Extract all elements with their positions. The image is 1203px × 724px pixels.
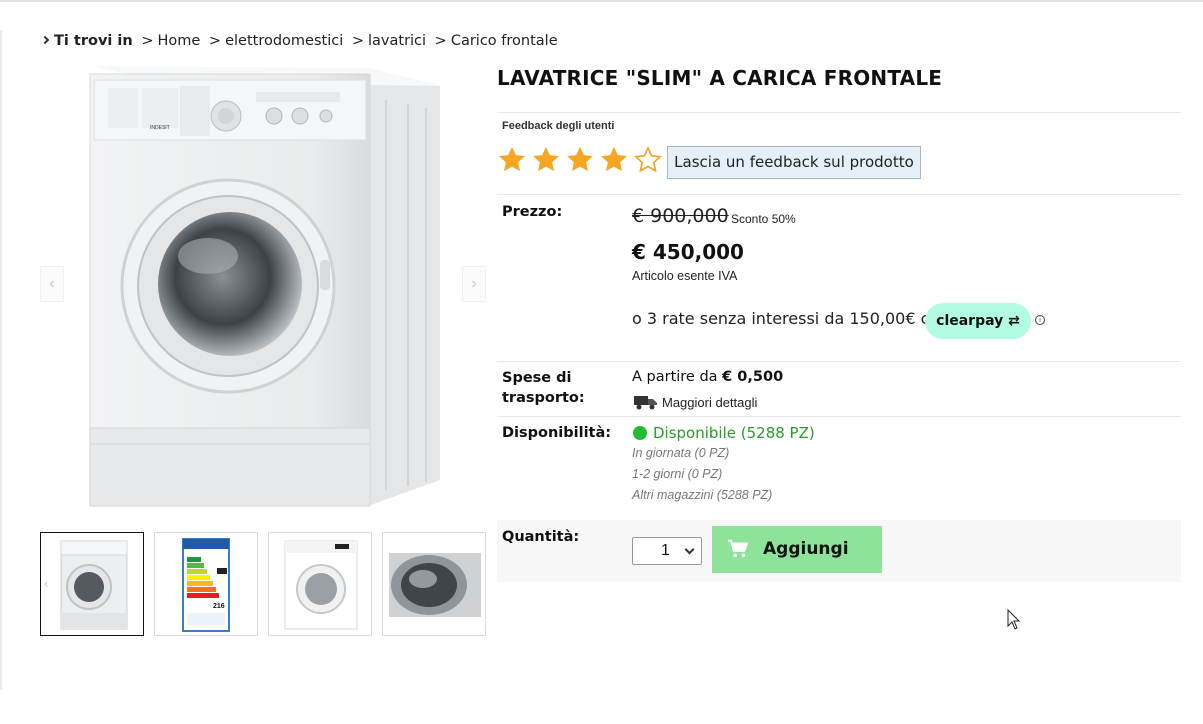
thumbnail-white-washer[interactable] (268, 532, 372, 636)
truck-icon (634, 396, 657, 410)
thumbnail-prev-arrow[interactable]: ‹ (44, 576, 48, 591)
availability-status: Disponibile (5288 PZ) (653, 424, 815, 442)
quantity-select[interactable]: 1 (632, 537, 702, 565)
star-filled-icon (601, 146, 627, 172)
clearpay-arrows-icon: ⇄ (1008, 313, 1020, 329)
breadcrumb-elettrodomestici[interactable]: elettrodomestici (225, 33, 343, 49)
drum-icon (389, 553, 481, 617)
washing-machine-icon (284, 540, 358, 630)
quantity-value: 1 (661, 542, 670, 559)
svg-text:INDESIT: INDESIT (150, 125, 170, 131)
breadcrumb-separator: > (141, 33, 154, 49)
divider (497, 361, 1181, 362)
shipping-label: Spese di trasporto: (502, 368, 585, 408)
left-border (0, 30, 2, 690)
breadcrumb-lavatrici[interactable]: lavatrici (368, 33, 426, 49)
rating-stars[interactable] (497, 145, 663, 175)
cart-icon (728, 539, 749, 558)
breadcrumb-carico-frontale[interactable]: Carico frontale (451, 33, 558, 49)
chevron-right-icon (40, 35, 50, 45)
divider (497, 194, 1181, 195)
shipping-details-link[interactable]: Maggiori dettagli (662, 395, 757, 410)
prev-image-button[interactable]: ‹ (40, 266, 64, 302)
thumbnail-energy-label[interactable]: 216 (154, 532, 258, 636)
shipping-from-text: A partire da (632, 369, 718, 385)
shipping-cost: A partire da € 0,500 (632, 369, 783, 385)
clearpay-badge[interactable]: clearpay ⇄ (925, 303, 1031, 339)
leave-feedback-button[interactable]: Lascia un feedback sul prodotto (667, 146, 921, 179)
divider (497, 416, 1181, 417)
add-to-cart-button[interactable]: Aggiungi (712, 526, 882, 573)
product-main-image[interactable]: INDESIT (68, 60, 458, 512)
clearpay-logo-text: clearpay (936, 313, 1004, 329)
washing-machine-icon (60, 540, 128, 630)
feedback-label: Feedback degli utenti (502, 120, 615, 132)
top-border (0, 0, 1203, 2)
thumbnail-washing-machine[interactable] (40, 532, 144, 636)
info-icon[interactable]: i (1035, 315, 1045, 325)
star-filled-icon (499, 146, 525, 172)
discount-badge: Sconto 50% (731, 212, 796, 226)
chevron-down-icon (684, 544, 695, 555)
star-filled-icon (567, 146, 593, 172)
breadcrumb-prefix: Ti trovi in (54, 33, 133, 49)
availability-status-icon (633, 426, 647, 440)
shipping-label-line2: trasporto: (502, 390, 585, 406)
quantity-label: Quantità: (502, 529, 580, 545)
thumbnail-drum-detail[interactable] (382, 532, 486, 636)
old-price: € 900,000 (632, 205, 729, 227)
breadcrumb-separator: > (434, 33, 447, 49)
price-label: Prezzo: (502, 204, 563, 220)
star-empty-icon (634, 146, 662, 173)
availability-today: In giornata (0 PZ) (632, 446, 730, 460)
breadcrumb: Ti trovi in > Home > elettrodomestici > lav… (40, 33, 558, 49)
vat-note: Articolo esente IVA (632, 269, 738, 283)
mouse-cursor-icon (1007, 609, 1021, 630)
breadcrumb-separator: > (351, 33, 364, 49)
star-filled-icon (533, 146, 559, 172)
product-title: LAVATRICE "SLIM" A CARICA FRONTALE (497, 66, 943, 90)
next-image-button[interactable]: › (462, 266, 486, 302)
breadcrumb-separator: > (208, 33, 222, 49)
energy-label-icon: 216 (182, 538, 230, 632)
svg-text:216: 216 (213, 603, 225, 610)
installments-text: o 3 rate senza interessi da 150,00€ con (632, 309, 950, 328)
availability-1-2-days: 1-2 giorni (0 PZ) (632, 467, 723, 481)
current-price: € 450,000 (632, 240, 744, 264)
availability-other-warehouses: Altri magazzini (5288 PZ) (632, 488, 773, 502)
shipping-from-value: € 0,500 (722, 369, 784, 385)
breadcrumb-home[interactable]: Home (157, 33, 200, 49)
add-to-cart-label: Aggiungi (763, 539, 849, 559)
divider (497, 112, 1181, 113)
availability-label: Disponibilità: (502, 425, 612, 441)
washing-machine-image: INDESIT (89, 66, 440, 507)
shipping-label-line1: Spese di (502, 370, 572, 386)
